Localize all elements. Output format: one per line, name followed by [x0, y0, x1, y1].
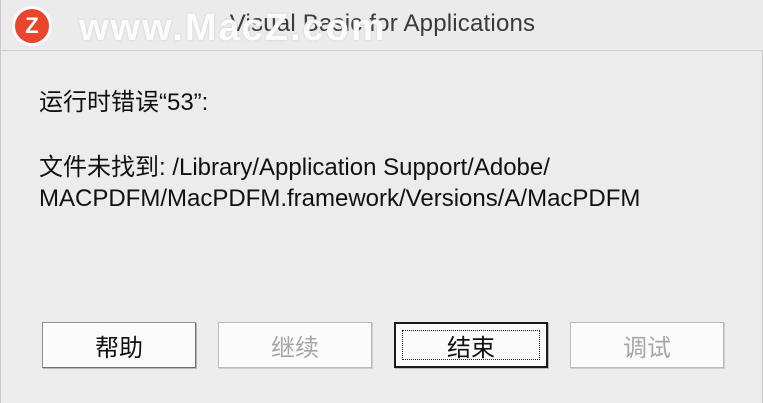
debug-button[interactable]: 调试	[570, 322, 724, 368]
title-bar[interactable]: Visual Basic for Applications Z www.MacZ…	[1, 0, 763, 51]
continue-button[interactable]: 继续	[218, 322, 372, 368]
error-title: 运行时错误“53”:	[39, 89, 209, 116]
error-message: 文件未找到: /Library/Application Support/Adob…	[39, 152, 739, 214]
continue-button-label: 继续	[271, 334, 319, 362]
error-message-line-1: 文件未找到: /Library/Application Support/Adob…	[39, 154, 550, 181]
help-button-label: 帮助	[95, 334, 143, 362]
debug-button-label: 调试	[623, 334, 671, 362]
focus-ring	[402, 330, 540, 360]
vba-error-dialog: Visual Basic for Applications Z www.MacZ…	[0, 0, 763, 403]
button-row: 帮助 继续 结束 调试	[42, 322, 724, 368]
help-button[interactable]: 帮助	[42, 322, 196, 368]
end-button[interactable]: 结束	[394, 322, 548, 368]
window-title: Visual Basic for Applications	[229, 10, 536, 37]
error-message-line-2: MACPDFM/MacPDFM.framework/Versions/A/Mac…	[39, 185, 641, 212]
dialog-content: 运行时错误“53”: 文件未找到: /Library/Application S…	[39, 86, 739, 214]
